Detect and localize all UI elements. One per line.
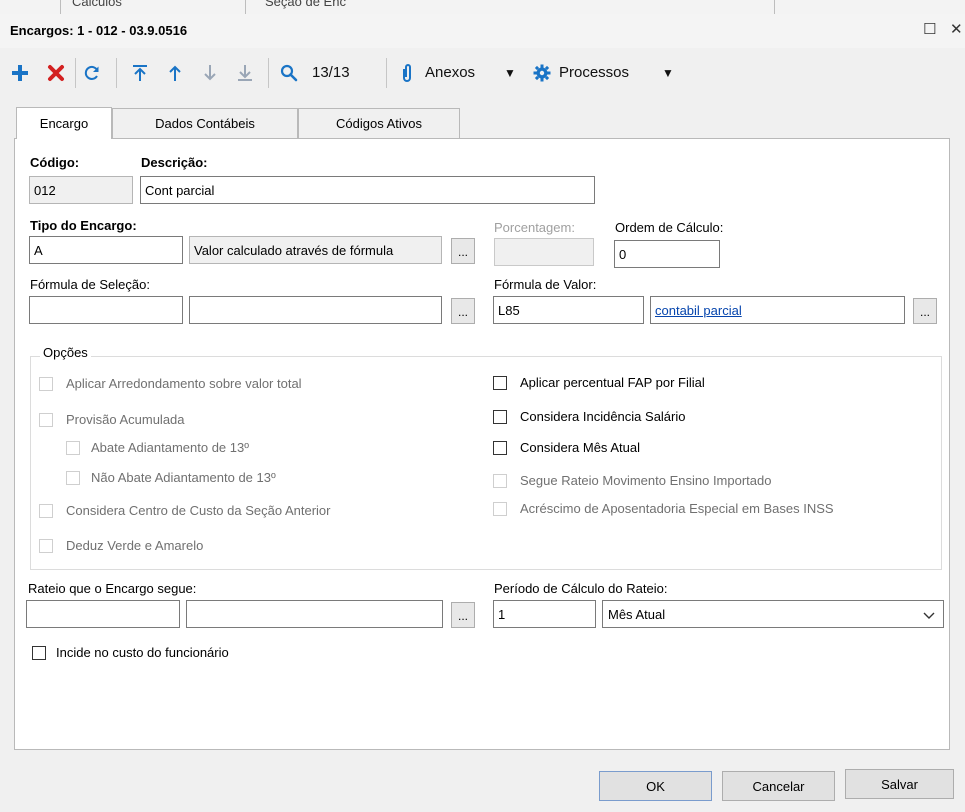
ok-button[interactable]: OK	[599, 771, 712, 801]
x-icon	[48, 65, 64, 81]
background-item: Seção de Enc	[265, 0, 346, 9]
formula-selecao-description-field	[189, 296, 442, 324]
checkbox-considera-incidencia[interactable]	[493, 410, 507, 424]
periodo-calculo-select[interactable]: Mês Atual	[602, 600, 944, 628]
formula-selecao-label: Fórmula de Seleção:	[30, 277, 150, 292]
toolbar-separator	[116, 58, 117, 88]
toolbar-separator	[268, 58, 269, 88]
gear-icon	[533, 64, 551, 82]
dialog-title: Encargos: 1 - 012 - 03.9.0516	[10, 23, 188, 38]
checkbox-considera-centro-custo[interactable]	[39, 504, 53, 518]
plus-icon	[12, 65, 28, 81]
formula-valor-browse-button[interactable]: ...	[913, 298, 937, 324]
option-label: Aplicar Arredondamento sobre valor total	[66, 376, 302, 391]
attachments-menu[interactable]: Anexos	[425, 64, 475, 81]
delete-button[interactable]	[44, 61, 68, 85]
formula-valor-code-field[interactable]: L85	[493, 296, 644, 324]
checkbox-incide-custo[interactable]	[32, 646, 46, 660]
codigo-label: Código:	[30, 155, 80, 170]
attachments-icon-wrap[interactable]	[397, 61, 417, 85]
background-separator	[60, 0, 61, 14]
last-record-button[interactable]	[233, 61, 257, 85]
arrow-to-bottom-icon	[238, 65, 252, 81]
tab-dados-contabeis[interactable]: Dados Contábeis	[112, 108, 298, 138]
next-record-button[interactable]	[198, 61, 222, 85]
background-separator	[774, 0, 775, 14]
checkbox-considera-mes-atual[interactable]	[493, 441, 507, 455]
tab-codigos-ativos[interactable]: Códigos Ativos	[298, 108, 460, 138]
refresh-button[interactable]	[80, 61, 104, 85]
option-label: Não Abate Adiantamento de 13º	[91, 470, 276, 485]
formula-selecao-code-field[interactable]	[29, 296, 183, 324]
descricao-field[interactable]: Cont parcial	[140, 176, 595, 204]
close-button[interactable]: ✕	[950, 20, 963, 38]
checkbox-deduz-verde-amarelo[interactable]	[39, 539, 53, 553]
save-button[interactable]: Salvar	[845, 769, 954, 799]
processes-icon-wrap[interactable]	[531, 61, 553, 85]
background-item: Calculos	[72, 0, 122, 9]
attachments-dropdown-icon[interactable]: ▼	[504, 66, 516, 80]
formula-selecao-browse-button[interactable]: ...	[451, 298, 475, 324]
cancel-button[interactable]: Cancelar	[722, 771, 835, 801]
option-label: Abate Adiantamento de 13º	[91, 440, 249, 455]
option-label: Provisão Acumulada	[66, 412, 185, 427]
porcentagem-label: Porcentagem:	[494, 220, 575, 235]
add-button[interactable]	[8, 61, 32, 85]
checkbox-aplicar-fap[interactable]	[493, 376, 507, 390]
option-label: Acréscimo de Aposentadoria Especial em B…	[520, 501, 834, 516]
formula-valor-link[interactable]: contabil parcial	[655, 303, 742, 318]
arrow-to-top-icon	[133, 65, 147, 81]
record-counter: 13/13	[312, 64, 350, 81]
tipo-encargo-label: Tipo do Encargo:	[30, 218, 137, 233]
toolbar-separator	[75, 58, 76, 88]
background-window-strip	[0, 0, 965, 15]
previous-record-button[interactable]	[163, 61, 187, 85]
rateio-description-field	[186, 600, 443, 628]
first-record-button[interactable]	[128, 61, 152, 85]
option-label: Considera Incidência Salário	[520, 409, 686, 424]
tipo-encargo-browse-button[interactable]: ...	[451, 238, 475, 264]
search-button[interactable]	[277, 61, 301, 85]
checkbox-provisao-acumulada[interactable]	[39, 413, 53, 427]
descricao-label: Descrição:	[141, 155, 208, 170]
processes-dropdown-icon[interactable]: ▼	[662, 66, 674, 80]
chevron-down-icon	[923, 612, 935, 619]
codigo-field: 012	[29, 176, 133, 204]
checkbox-abate-adiantamento[interactable]	[66, 441, 80, 455]
rateio-label: Rateio que o Encargo segue:	[28, 581, 197, 596]
option-label: Considera Centro de Custo da Seção Anter…	[66, 503, 331, 518]
tipo-encargo-code-field[interactable]: A	[29, 236, 183, 264]
tab-encargo[interactable]: Encargo	[16, 107, 112, 139]
porcentagem-field	[494, 238, 594, 266]
rateio-code-field[interactable]	[26, 600, 180, 628]
toolbar-separator	[386, 58, 387, 88]
processes-menu[interactable]: Processos	[559, 64, 629, 81]
periodo-calculo-label: Período de Cálculo do Rateio:	[494, 581, 668, 596]
formula-valor-label: Fórmula de Valor:	[494, 277, 597, 292]
rateio-browse-button[interactable]: ...	[451, 602, 475, 628]
ordem-calculo-label: Ordem de Cálculo:	[615, 220, 724, 235]
checkbox-nao-abate-adiantamento[interactable]	[66, 471, 80, 485]
checkbox-segue-rateio[interactable]	[493, 474, 507, 488]
option-label: Aplicar percentual FAP por Filial	[520, 375, 705, 390]
option-label: Segue Rateio Movimento Ensino Importado	[520, 473, 772, 488]
tipo-encargo-description-field: Valor calculado através de fórmula	[189, 236, 442, 264]
checkbox-acrescimo-aposentadoria[interactable]	[493, 502, 507, 516]
periodo-calculo-field[interactable]: 1	[493, 600, 596, 628]
arrow-up-icon	[169, 65, 181, 81]
options-group-label: Opções	[40, 345, 91, 360]
maximize-button[interactable]: ☐	[923, 20, 936, 38]
incide-custo-label: Incide no custo do funcionário	[56, 645, 229, 660]
periodo-calculo-selected: Mês Atual	[608, 606, 666, 622]
option-label: Considera Mês Atual	[520, 440, 640, 455]
formula-valor-description-field: contabil parcial	[650, 296, 905, 324]
background-separator	[245, 0, 246, 14]
paperclip-icon	[403, 64, 411, 82]
search-icon	[280, 64, 298, 82]
ordem-calculo-field[interactable]: 0	[614, 240, 720, 268]
refresh-icon	[84, 65, 99, 80]
option-label: Deduz Verde e Amarelo	[66, 538, 204, 553]
checkbox-aplicar-arredondamento[interactable]	[39, 377, 53, 391]
arrow-down-icon	[204, 65, 216, 81]
